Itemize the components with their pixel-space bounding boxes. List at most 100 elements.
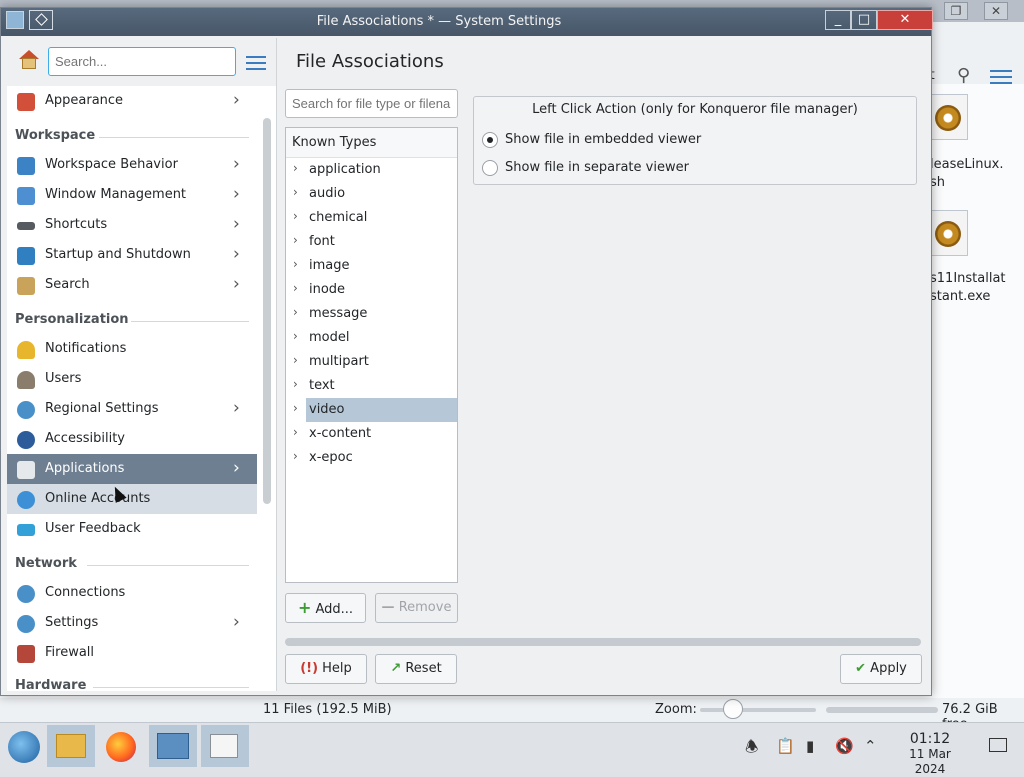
sidebar-item-shortcuts[interactable]: Shortcuts › <box>7 210 257 240</box>
sidebar-item-notifications[interactable]: Notifications <box>7 334 257 364</box>
sidebar-search-input[interactable] <box>48 47 236 76</box>
sidebar-item-appearance[interactable]: Appearance › <box>7 86 257 116</box>
sidebar-scrollbar[interactable] <box>263 118 271 504</box>
expand-arrow-icon[interactable]: › <box>293 209 298 223</box>
tree-row-audio[interactable]: › audio <box>286 182 457 206</box>
known-types-tree: Known Types › application › audio › chemical ›… <box>285 127 458 583</box>
tree-row-x-epoc[interactable]: › x-epoc <box>286 446 457 470</box>
expand-arrow-icon[interactable]: › <box>293 401 298 415</box>
help-button[interactable]: (!) Help <box>285 654 367 684</box>
home-icon[interactable] <box>19 50 39 70</box>
sidebar-item-firewall[interactable]: Firewall <box>7 638 257 668</box>
zoom-slider-handle[interactable] <box>723 699 743 719</box>
file-name-line: leaseLinux. <box>930 157 1004 172</box>
tree-row-text[interactable]: › text <box>286 374 457 398</box>
tree-row-multipart[interactable]: › multipart <box>286 350 457 374</box>
separate-viewer-radio[interactable] <box>482 160 498 176</box>
expand-arrow-icon[interactable]: › <box>293 185 298 199</box>
notifications-tray-icon[interactable]: 🕭 <box>745 737 758 762</box>
hamburger-menu-icon[interactable] <box>246 52 266 74</box>
taskbar-file-manager[interactable] <box>47 725 95 767</box>
minimize-button[interactable]: _ <box>825 10 851 30</box>
zoom-slider-track[interactable] <box>700 708 816 712</box>
expand-arrow-icon[interactable]: › <box>293 425 298 439</box>
window-titlebar[interactable]: File Associations * — System Settings _ … <box>1 8 933 36</box>
sidebar-item-connections[interactable]: Connections <box>7 578 257 608</box>
sidebar-item-startup-shutdown[interactable]: Startup and Shutdown › <box>7 240 257 270</box>
separate-viewer-label[interactable]: Show file in separate viewer <box>505 160 689 175</box>
device-tray-icon[interactable]: ▮ <box>806 737 814 755</box>
firefox-icon <box>106 732 136 762</box>
expand-arrow-icon[interactable]: › <box>293 305 298 319</box>
clock[interactable]: 01:12 11 Mar 2024 <box>892 732 968 777</box>
sidebar-item-settings[interactable]: Settings › <box>7 608 257 638</box>
network-icon <box>17 585 35 603</box>
reset-button[interactable]: ↗ Reset <box>375 654 457 684</box>
tree-row-inode[interactable]: › inode <box>286 278 457 302</box>
clipboard-tray-icon[interactable]: 📋 <box>776 737 795 755</box>
tree-row-label: font <box>309 234 335 249</box>
remove-button-label: Remove <box>398 600 452 615</box>
embedded-viewer-radio[interactable] <box>482 132 498 148</box>
sidebar-item-accessibility[interactable]: Accessibility <box>7 424 257 454</box>
expand-arrow-icon[interactable]: › <box>293 233 298 247</box>
tree-row-font[interactable]: › font <box>286 230 457 254</box>
taskbar-editor[interactable] <box>201 725 249 767</box>
expand-arrow-icon[interactable]: › <box>293 257 298 271</box>
file-count: 11 Files (192.5 MiB) <box>263 702 392 717</box>
close-button[interactable]: ✕ <box>877 10 933 30</box>
sidebar-item-user-feedback[interactable]: User Feedback <box>7 514 257 544</box>
file-name[interactable]: s11Installat stant.exe <box>930 270 1006 306</box>
remove-button[interactable]: — Remove <box>375 593 458 623</box>
volume-muted-icon[interactable]: 🔇 <box>835 737 854 755</box>
sidebar-item-users[interactable]: Users <box>7 364 257 394</box>
background-close-button[interactable]: ✕ <box>984 2 1008 20</box>
system-settings-window: File Associations * — System Settings _ … <box>0 7 933 696</box>
tree-row-x-content[interactable]: › x-content <box>286 422 457 446</box>
tree-row-message[interactable]: › message <box>286 302 457 326</box>
sidebar-item-window-management[interactable]: Window Management › <box>7 180 257 210</box>
chevron-up-icon[interactable]: ⌃ <box>864 737 877 755</box>
tree-row-video[interactable]: › video <box>286 398 457 422</box>
expand-arrow-icon[interactable]: › <box>293 353 298 367</box>
show-desktop-icon[interactable] <box>989 738 1007 752</box>
tree-row-chemical[interactable]: › chemical <box>286 206 457 230</box>
category-divider <box>93 687 249 688</box>
tree-header[interactable]: Known Types <box>286 128 457 158</box>
apply-button[interactable]: ✔ Apply <box>840 654 922 684</box>
maximize-button[interactable]: □ <box>851 10 877 30</box>
file-type-search-input[interactable] <box>285 89 458 118</box>
background-restore-button[interactable]: ❐ <box>944 2 968 20</box>
file-name[interactable]: leaseLinux. sh <box>930 156 1004 192</box>
expand-arrow-icon[interactable]: › <box>293 377 298 391</box>
tree-row-application[interactable]: › application <box>286 158 457 182</box>
reset-button-label: Reset <box>405 661 442 676</box>
add-button[interactable]: + Add... <box>285 593 366 623</box>
taskbar-system-settings[interactable] <box>149 725 197 767</box>
category-divider <box>131 321 249 322</box>
gear-icon <box>935 221 961 247</box>
status-bar: 11 Files (192.5 MiB) Zoom: 76.2 GiB free <box>0 698 1024 732</box>
chevron-right-icon: › <box>233 214 240 234</box>
horizontal-scrollbar[interactable] <box>285 638 921 646</box>
embedded-viewer-label[interactable]: Show file in embedded viewer <box>505 132 701 147</box>
expand-arrow-icon[interactable]: › <box>293 329 298 343</box>
sidebar-item-search[interactable]: Search › <box>7 270 257 300</box>
firewall-icon <box>17 645 35 663</box>
taskbar-firefox[interactable] <box>98 725 146 767</box>
tree-row-model[interactable]: › model <box>286 326 457 350</box>
sidebar-item-online-accounts[interactable]: Online Accounts <box>7 484 257 514</box>
expand-arrow-icon[interactable]: › <box>293 161 298 175</box>
sidebar-item-applications[interactable]: Applications › <box>7 454 257 484</box>
expand-arrow-icon[interactable]: › <box>293 449 298 463</box>
category-divider <box>99 137 249 138</box>
file-name-line: stant.exe <box>930 289 991 304</box>
search-icon[interactable]: ⚲ <box>957 65 970 86</box>
category-personalization: Personalization <box>15 312 129 327</box>
sidebar-item-regional-settings[interactable]: Regional Settings › <box>7 394 257 424</box>
sidebar-item-workspace-behavior[interactable]: Workspace Behavior › <box>7 150 257 180</box>
free-space-bar <box>826 707 938 713</box>
tree-row-image[interactable]: › image <box>286 254 457 278</box>
start-menu-button[interactable] <box>2 725 50 767</box>
expand-arrow-icon[interactable]: › <box>293 281 298 295</box>
